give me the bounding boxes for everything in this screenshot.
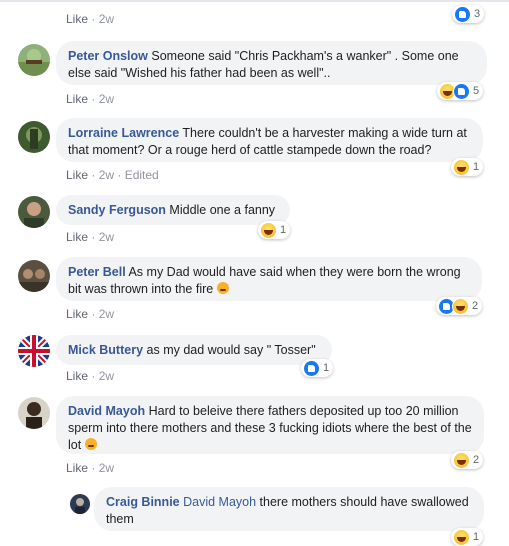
timestamp[interactable]: · 2w xyxy=(91,307,114,321)
reaction-count[interactable]: 2 xyxy=(436,297,483,315)
haha-reaction-icon xyxy=(453,158,470,176)
avatar[interactable] xyxy=(70,494,90,514)
like-link[interactable]: Like xyxy=(66,12,88,26)
timestamp[interactable]: · 2w xyxy=(91,92,114,106)
like-link[interactable]: Like xyxy=(66,168,88,182)
comment-meta: Like · 2w xyxy=(66,307,114,321)
comment-meta: Like · 2w xyxy=(66,92,114,106)
mention-link[interactable]: David Mayoh xyxy=(183,495,256,509)
haha-reaction-icon xyxy=(452,297,469,315)
comment-meta: Like · 2w xyxy=(66,461,114,475)
reaction-count[interactable]: 3 xyxy=(452,5,485,23)
like-reaction-icon xyxy=(303,359,320,377)
comment-meta: Like · 2w · Edited xyxy=(66,168,159,182)
reaction-count[interactable]: 1 xyxy=(258,221,291,239)
shocked-emoji-icon xyxy=(84,438,97,450)
like-reaction-icon xyxy=(454,5,471,23)
comment-author[interactable]: Lorraine Lawrence xyxy=(68,126,179,140)
comment-bubble: Peter Bell As my Dad would have said whe… xyxy=(56,257,482,301)
comment-meta: Like · 2w xyxy=(66,369,114,383)
haha-reaction-icon xyxy=(453,528,470,546)
top-divider xyxy=(0,0,509,2)
like-link[interactable]: Like xyxy=(66,369,88,383)
like-reaction-icon xyxy=(453,82,470,100)
like-link[interactable]: Like xyxy=(66,92,88,106)
timestamp[interactable]: · 2w xyxy=(91,168,114,182)
like-link[interactable]: Like xyxy=(66,307,88,321)
avatar[interactable] xyxy=(18,121,50,153)
comment-text: as my dad would say " Tosser" xyxy=(146,343,316,357)
reply-bubble: Craig Binnie David Mayoh there mothers s… xyxy=(94,487,484,531)
reaction-count[interactable]: 5 xyxy=(437,82,484,100)
comment-bubble: Mick Buttery as my dad would say " Tosse… xyxy=(56,335,332,365)
comment-bubble: Lorraine Lawrence There couldn't be a ha… xyxy=(56,118,483,162)
comment-author[interactable]: Sandy Ferguson xyxy=(68,203,166,217)
timestamp[interactable]: · 2w xyxy=(91,369,114,383)
reaction-count[interactable]: 2 xyxy=(451,451,484,469)
timestamp[interactable]: · 2w xyxy=(91,230,114,244)
comment-author[interactable]: Mick Buttery xyxy=(68,343,143,357)
like-link[interactable]: Like xyxy=(66,461,88,475)
avatar[interactable] xyxy=(18,44,50,76)
comment-text: Middle one a fanny xyxy=(169,203,276,217)
comment-bubble: Sandy Ferguson Middle one a fanny xyxy=(56,195,290,225)
reaction-count[interactable]: 1 xyxy=(451,158,484,176)
comment-author[interactable]: Peter Onslow xyxy=(68,49,148,63)
avatar[interactable] xyxy=(18,260,50,292)
avatar[interactable] xyxy=(18,397,50,429)
avatar-union-jack[interactable] xyxy=(18,335,50,367)
edited-label: · Edited xyxy=(117,168,159,182)
reaction-count[interactable]: 1 xyxy=(301,359,334,377)
comment-author[interactable]: Peter Bell xyxy=(68,265,126,279)
reaction-count[interactable]: 1 xyxy=(451,528,484,546)
comment-author[interactable]: Craig Binnie xyxy=(106,495,180,509)
haha-reaction-icon xyxy=(453,451,470,469)
avatar[interactable] xyxy=(18,196,50,228)
comment-bubble: David Mayoh Hard to beleive there father… xyxy=(56,396,484,454)
comment-meta: Like · 2w xyxy=(66,12,114,26)
timestamp[interactable]: · 2w xyxy=(91,461,114,475)
haha-reaction-icon xyxy=(260,221,277,239)
comment-bubble: Peter Onslow Someone said "Chris Packham… xyxy=(56,41,487,85)
angry-emoji-icon xyxy=(216,282,229,294)
comment-meta: Like · 2w xyxy=(66,230,114,244)
like-link[interactable]: Like xyxy=(66,230,88,244)
comment-author[interactable]: David Mayoh xyxy=(68,404,145,418)
timestamp[interactable]: · 2w xyxy=(91,12,114,26)
comment-text: As my Dad would have said when they were… xyxy=(68,265,461,296)
